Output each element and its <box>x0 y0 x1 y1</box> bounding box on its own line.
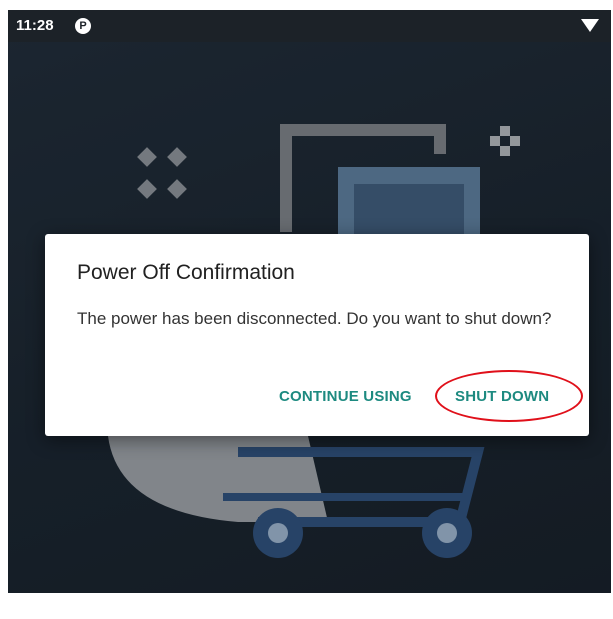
dialog-title: Power Off Confirmation <box>77 261 295 284</box>
status-time: 11:28 <box>16 17 54 34</box>
notification-app-icon: P <box>75 18 91 34</box>
highlight-annotation-circle <box>435 370 583 422</box>
device-screen: 11:28 P Power Off Confirmation The power… <box>8 10 611 593</box>
status-bar: 11:28 P <box>8 10 611 42</box>
dialog-message: The power has been disconnected. Do you … <box>77 309 552 328</box>
continue-using-button[interactable]: CONTINUE USING <box>279 388 412 405</box>
wifi-icon <box>581 19 599 32</box>
power-off-dialog: Power Off Confirmation The power has bee… <box>45 234 589 436</box>
